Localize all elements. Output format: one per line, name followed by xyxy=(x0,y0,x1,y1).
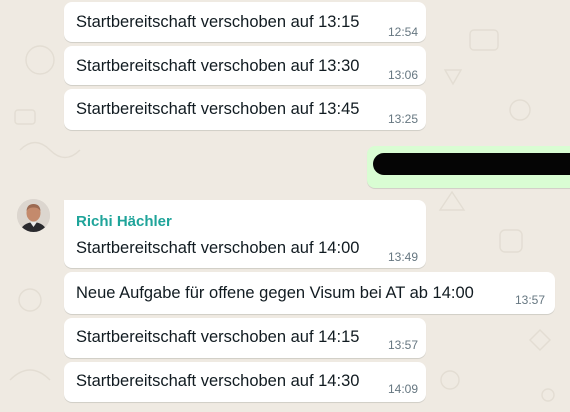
message-bubble[interactable]: Startbereitschaft verschoben auf 14:15 1… xyxy=(64,318,426,358)
message-timestamp: 13:57 xyxy=(387,338,418,352)
sender-name[interactable]: Richi Hächler xyxy=(76,213,172,231)
message-timestamp: 13:49 xyxy=(387,250,418,264)
chat-area[interactable]: Startbereitschaft verschoben auf 13:15 1… xyxy=(0,0,570,412)
message-timestamp: 13:06 xyxy=(387,68,418,82)
message-bubble[interactable]: Startbereitschaft verschoben auf 13:45 1… xyxy=(64,89,426,130)
message-timestamp: 14:09 xyxy=(387,382,418,396)
message-text: Startbereitschaft verschoben auf 13:45 xyxy=(76,100,360,118)
sender-avatar[interactable] xyxy=(17,199,50,232)
message-bubble[interactable]: Startbereitschaft verschoben auf 13:30 1… xyxy=(64,46,426,85)
message-text: Neue Aufgabe für offene gegen Visum bei … xyxy=(76,284,474,302)
person-avatar-icon xyxy=(17,199,50,232)
message-text: Startbereitschaft verschoben auf 14:15 xyxy=(76,328,360,346)
message-bubble[interactable]: Neue Aufgabe für offene gegen Visum bei … xyxy=(64,272,555,314)
message-bubble[interactable]: Startbereitschaft verschoben auf 14:30 1… xyxy=(64,362,426,402)
message-timestamp: 12:54 xyxy=(387,25,418,39)
outgoing-message-redacted[interactable] xyxy=(367,146,570,188)
redaction-bar xyxy=(373,153,570,175)
message-timestamp: 13:57 xyxy=(514,293,545,307)
message-text: Startbereitschaft verschoben auf 13:15 xyxy=(76,13,360,31)
message-bubble[interactable]: Richi Hächler Startbereitschaft verschob… xyxy=(64,200,426,268)
message-timestamp: 13:25 xyxy=(387,112,418,126)
message-text: Startbereitschaft verschoben auf 14:30 xyxy=(76,372,360,390)
message-text: Startbereitschaft verschoben auf 14:00 xyxy=(76,239,360,257)
message-bubble[interactable]: Startbereitschaft verschoben auf 13:15 1… xyxy=(64,2,426,42)
message-text: Startbereitschaft verschoben auf 13:30 xyxy=(76,57,360,75)
